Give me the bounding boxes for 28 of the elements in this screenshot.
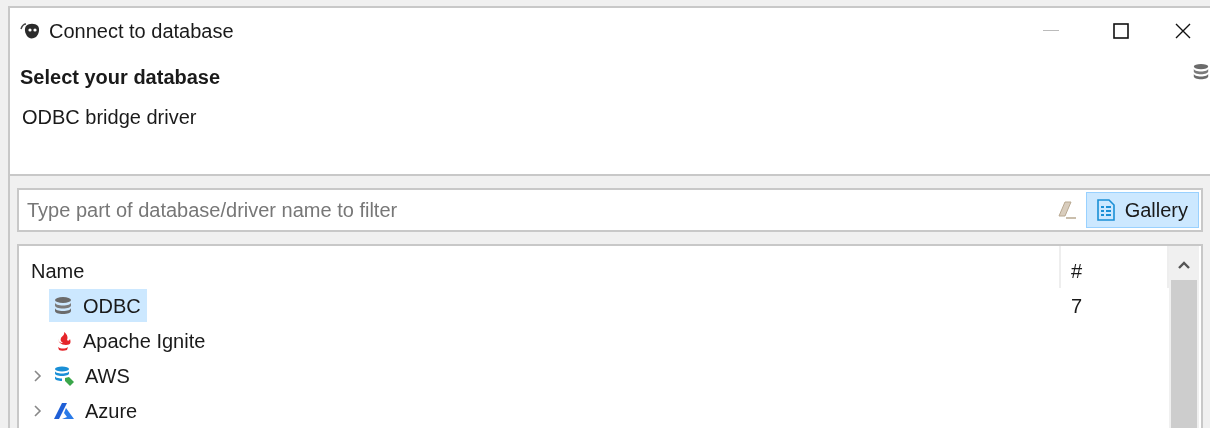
maximize-icon: [1113, 23, 1129, 39]
tree-item-label: AWS: [85, 363, 130, 389]
eraser-icon[interactable]: [1055, 200, 1078, 221]
document-list-icon: [1096, 199, 1115, 222]
chevron-right-icon[interactable]: [33, 368, 43, 383]
header-subtitle: ODBC bridge driver: [22, 105, 197, 130]
tree-item[interactable]: Apache Ignite: [49, 324, 212, 357]
tree-item-label: Apache Ignite: [83, 328, 206, 354]
minimize-icon: [1043, 30, 1059, 32]
tree-item-label: Azure: [85, 398, 138, 424]
header-title: Select your database: [20, 65, 221, 90]
tree-item[interactable]: ODBC: [49, 289, 147, 322]
filter-field[interactable]: Type part of database/driver name to filter Gallery: [17, 188, 1203, 232]
scrollbar[interactable]: [1169, 246, 1199, 428]
scroll-up-icon[interactable]: [1177, 260, 1191, 270]
triangle-logo-icon: [53, 400, 75, 421]
count-cell-text: 7: [1070, 293, 1083, 319]
database-icon: [53, 295, 73, 316]
scrollbar-thumb[interactable]: [1171, 280, 1197, 428]
close-icon: [1175, 23, 1191, 39]
tree-item-label: ODBC: [83, 293, 141, 319]
chevron-right-icon[interactable]: [33, 403, 43, 418]
tree-item[interactable]: Azure: [49, 394, 144, 427]
database-tag-icon: [53, 364, 75, 387]
window-title: Connect to database: [49, 19, 234, 44]
gallery-button[interactable]: Gallery: [1085, 192, 1199, 229]
tree-item[interactable]: AWS: [49, 359, 136, 392]
animal-head-icon: [20, 21, 42, 41]
